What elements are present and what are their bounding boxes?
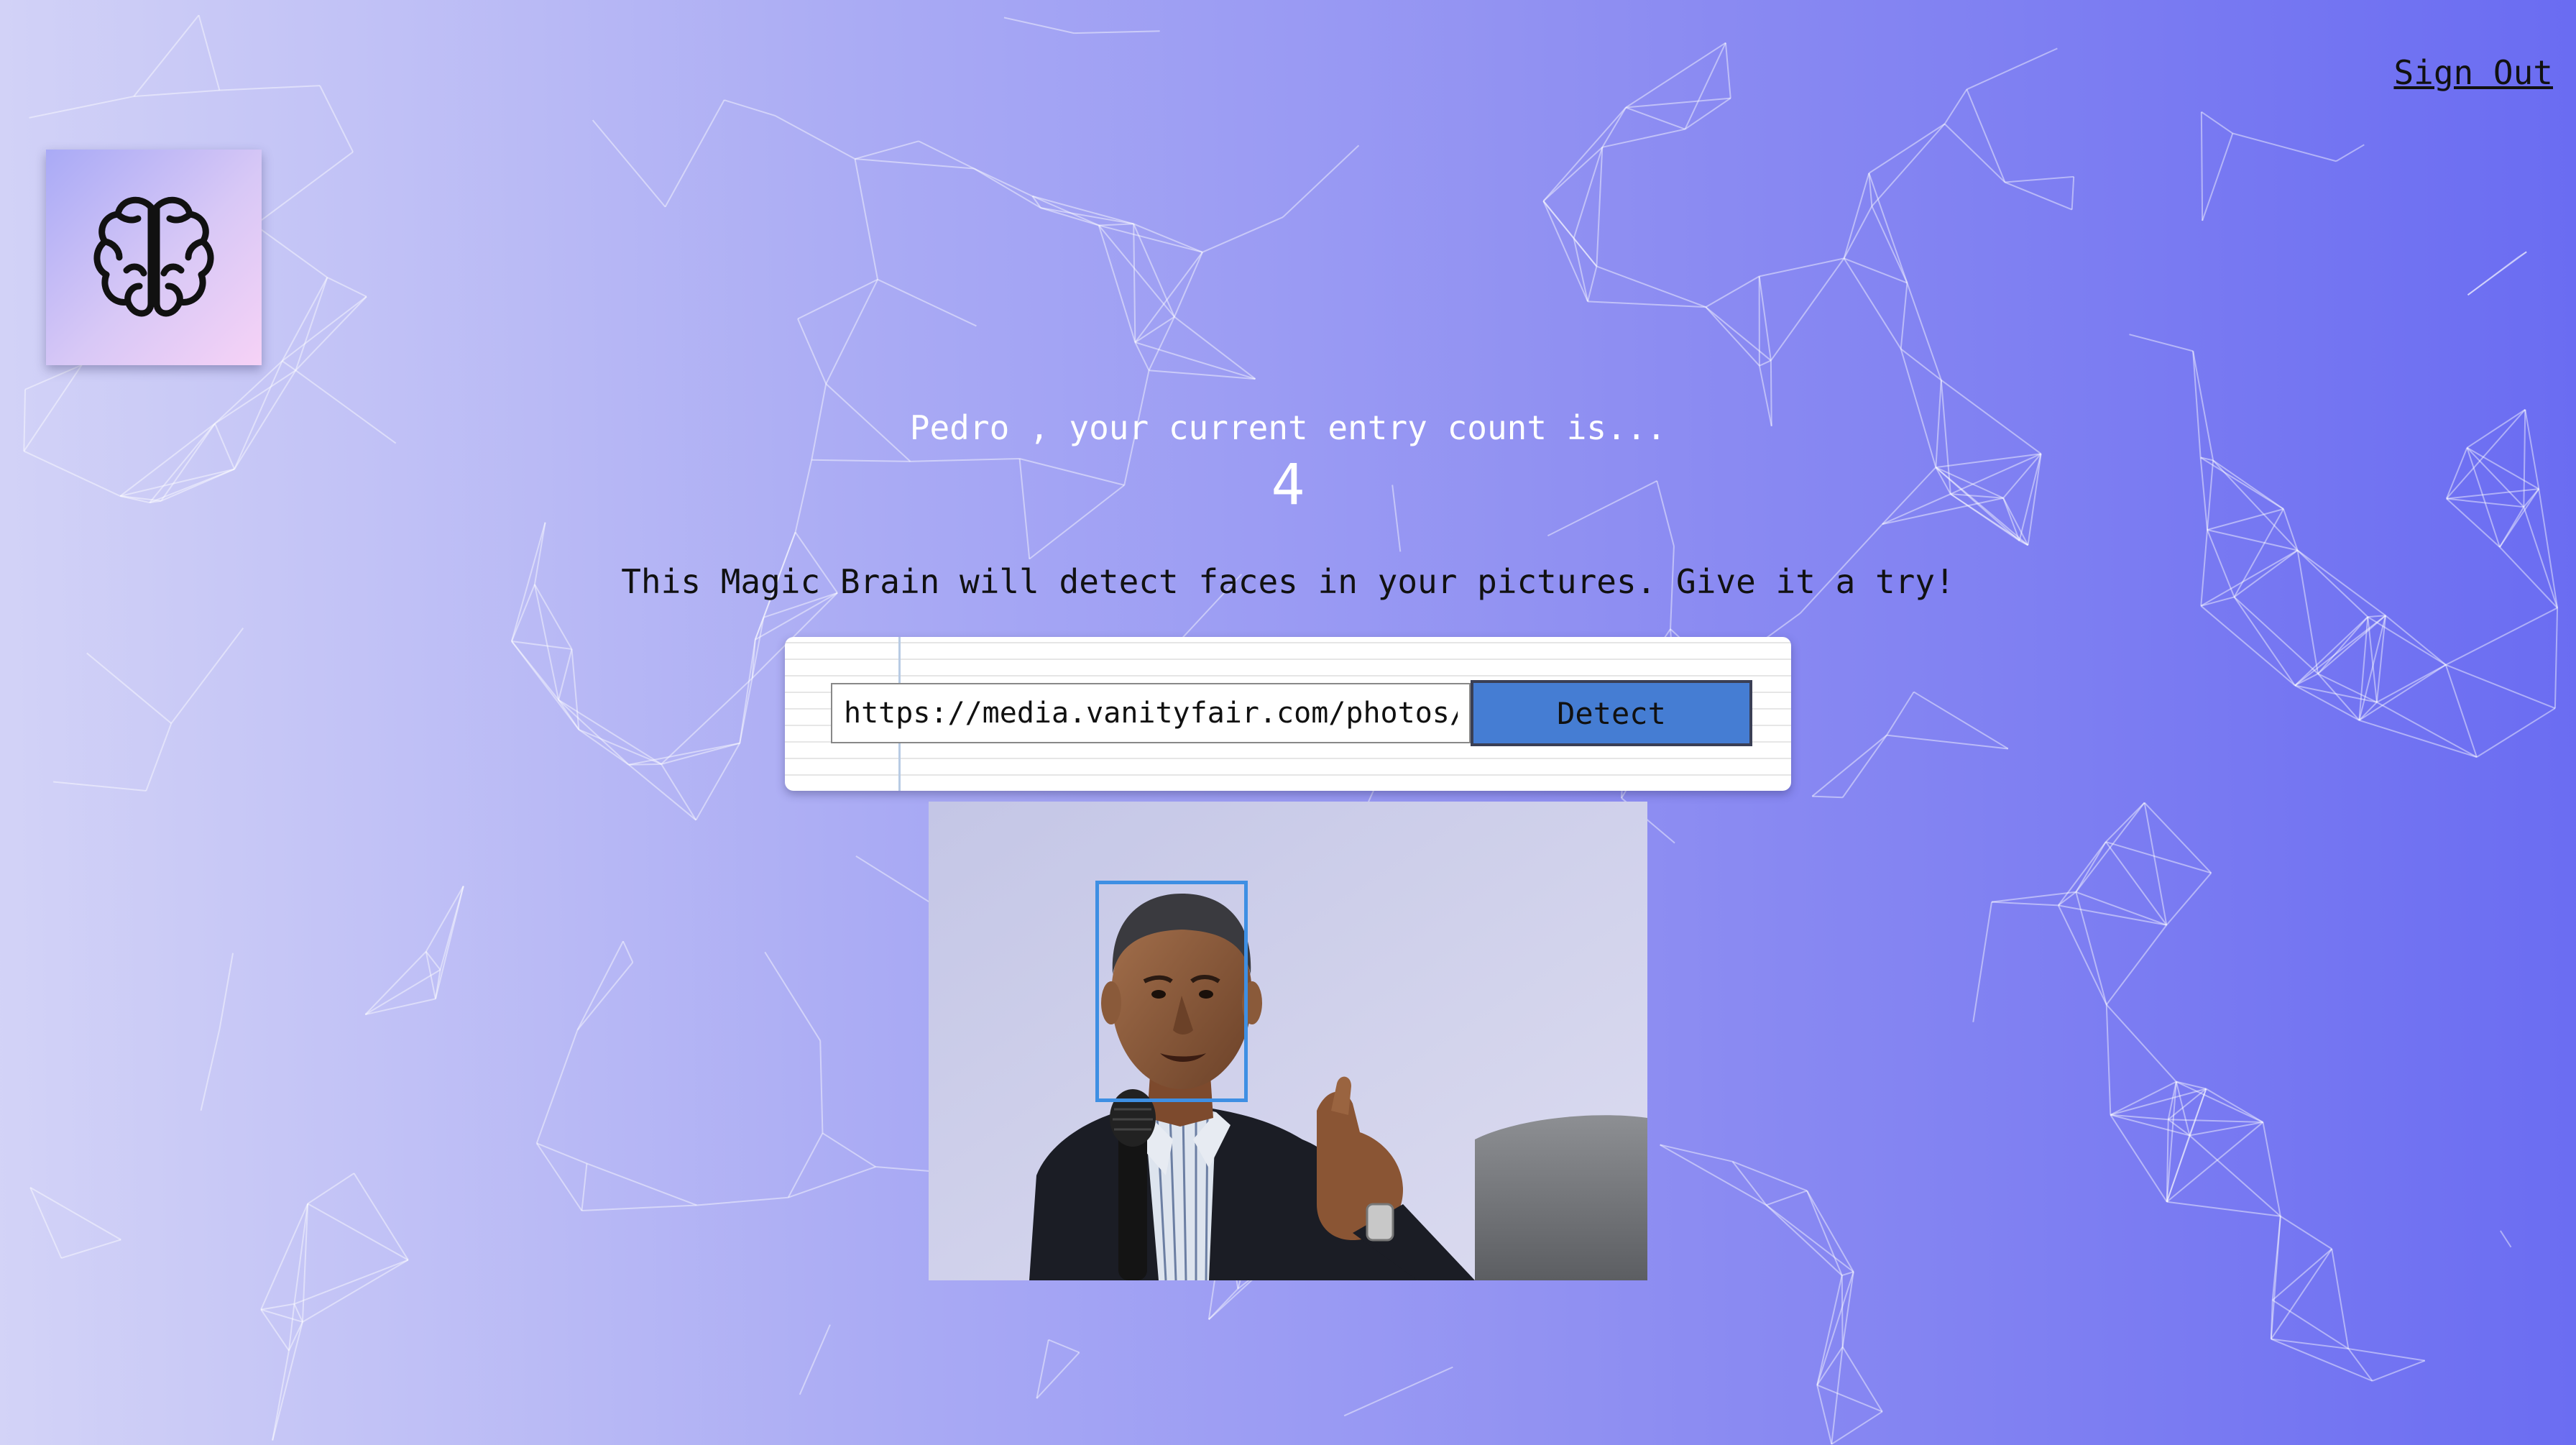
tagline: This Magic Brain will detect faces in yo…	[621, 562, 1955, 601]
user-name: Pedro	[909, 408, 1010, 447]
entry-message-text: , your current entry count is...	[1029, 408, 1667, 447]
logo-tile	[46, 150, 262, 365]
image-link-form: Detect	[785, 637, 1791, 791]
entry-message: Pedro , your current entry count is...	[0, 408, 2576, 447]
entry-count: 4	[1271, 453, 1305, 518]
detect-button[interactable]: Detect	[1471, 680, 1752, 746]
result-image	[929, 802, 1647, 1280]
face-recognition-result	[929, 802, 1647, 1280]
sign-out-link[interactable]: Sign Out	[2393, 53, 2553, 92]
face-bounding-box	[1095, 881, 1248, 1102]
image-url-input[interactable]	[831, 683, 1471, 743]
brain-icon	[93, 196, 214, 317]
